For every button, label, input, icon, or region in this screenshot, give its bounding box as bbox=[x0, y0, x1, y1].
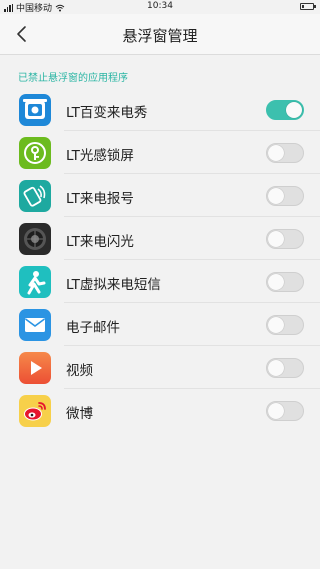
list-item: 微博 bbox=[0, 389, 320, 432]
list-item: 电子邮件 bbox=[0, 303, 320, 346]
lt-baibian-icon bbox=[19, 94, 51, 126]
floating-window-toggle[interactable] bbox=[266, 229, 304, 249]
list-item: LT来电报号 bbox=[0, 174, 320, 217]
toggle-knob bbox=[268, 360, 284, 376]
toggle-knob bbox=[268, 317, 284, 333]
page-title: 悬浮窗管理 bbox=[122, 27, 198, 45]
toggle-knob bbox=[268, 145, 284, 161]
lt-lock-icon bbox=[19, 137, 51, 169]
weibo-icon bbox=[19, 395, 51, 427]
app-label: 电子邮件 bbox=[66, 320, 120, 336]
toggle-knob bbox=[286, 102, 302, 118]
video-icon bbox=[19, 352, 51, 384]
list-item: 视频 bbox=[0, 346, 320, 389]
floating-window-toggle[interactable] bbox=[266, 358, 304, 378]
floating-window-toggle[interactable] bbox=[266, 186, 304, 206]
list-item: LT来电闪光 bbox=[0, 217, 320, 260]
lt-flash-icon bbox=[19, 223, 51, 255]
list-item: LT光感锁屏 bbox=[0, 131, 320, 174]
list-item: LT虚拟来电短信 bbox=[0, 260, 320, 303]
header: 悬浮窗管理 bbox=[0, 14, 320, 55]
section-label: 已禁止悬浮窗的应用程序 bbox=[18, 73, 128, 84]
floating-window-toggle[interactable] bbox=[266, 315, 304, 335]
status-bar: 中国移动 10:34 bbox=[0, 0, 320, 14]
lt-caller-id-icon bbox=[19, 180, 51, 212]
lt-virtual-call-icon bbox=[19, 266, 51, 298]
email-icon bbox=[19, 309, 51, 341]
toggle-knob bbox=[268, 274, 284, 290]
floating-window-toggle[interactable] bbox=[266, 272, 304, 292]
battery-fill bbox=[302, 5, 304, 8]
list-item: LT百变来电秀 bbox=[0, 88, 320, 131]
app-label: LT光感锁屏 bbox=[66, 148, 134, 164]
toggle-knob bbox=[268, 231, 284, 247]
app-label: LT来电闪光 bbox=[66, 234, 134, 250]
app-label: LT虚拟来电短信 bbox=[66, 277, 161, 293]
app-label: LT来电报号 bbox=[66, 191, 134, 207]
floating-window-toggle[interactable] bbox=[266, 100, 304, 120]
status-time: 10:34 bbox=[147, 1, 173, 11]
floating-window-toggle[interactable] bbox=[266, 401, 304, 421]
app-label: LT百变来电秀 bbox=[66, 105, 148, 121]
app-label: 视频 bbox=[66, 363, 93, 379]
toggle-knob bbox=[268, 403, 284, 419]
app-list: LT百变来电秀 LT光感锁屏 LT来电报号 LT来电闪光 LT虚拟来电短信 电子… bbox=[0, 88, 320, 432]
battery-icon bbox=[300, 3, 316, 10]
toggle-knob bbox=[268, 188, 284, 204]
app-label: 微博 bbox=[66, 406, 93, 422]
floating-window-toggle[interactable] bbox=[266, 143, 304, 163]
